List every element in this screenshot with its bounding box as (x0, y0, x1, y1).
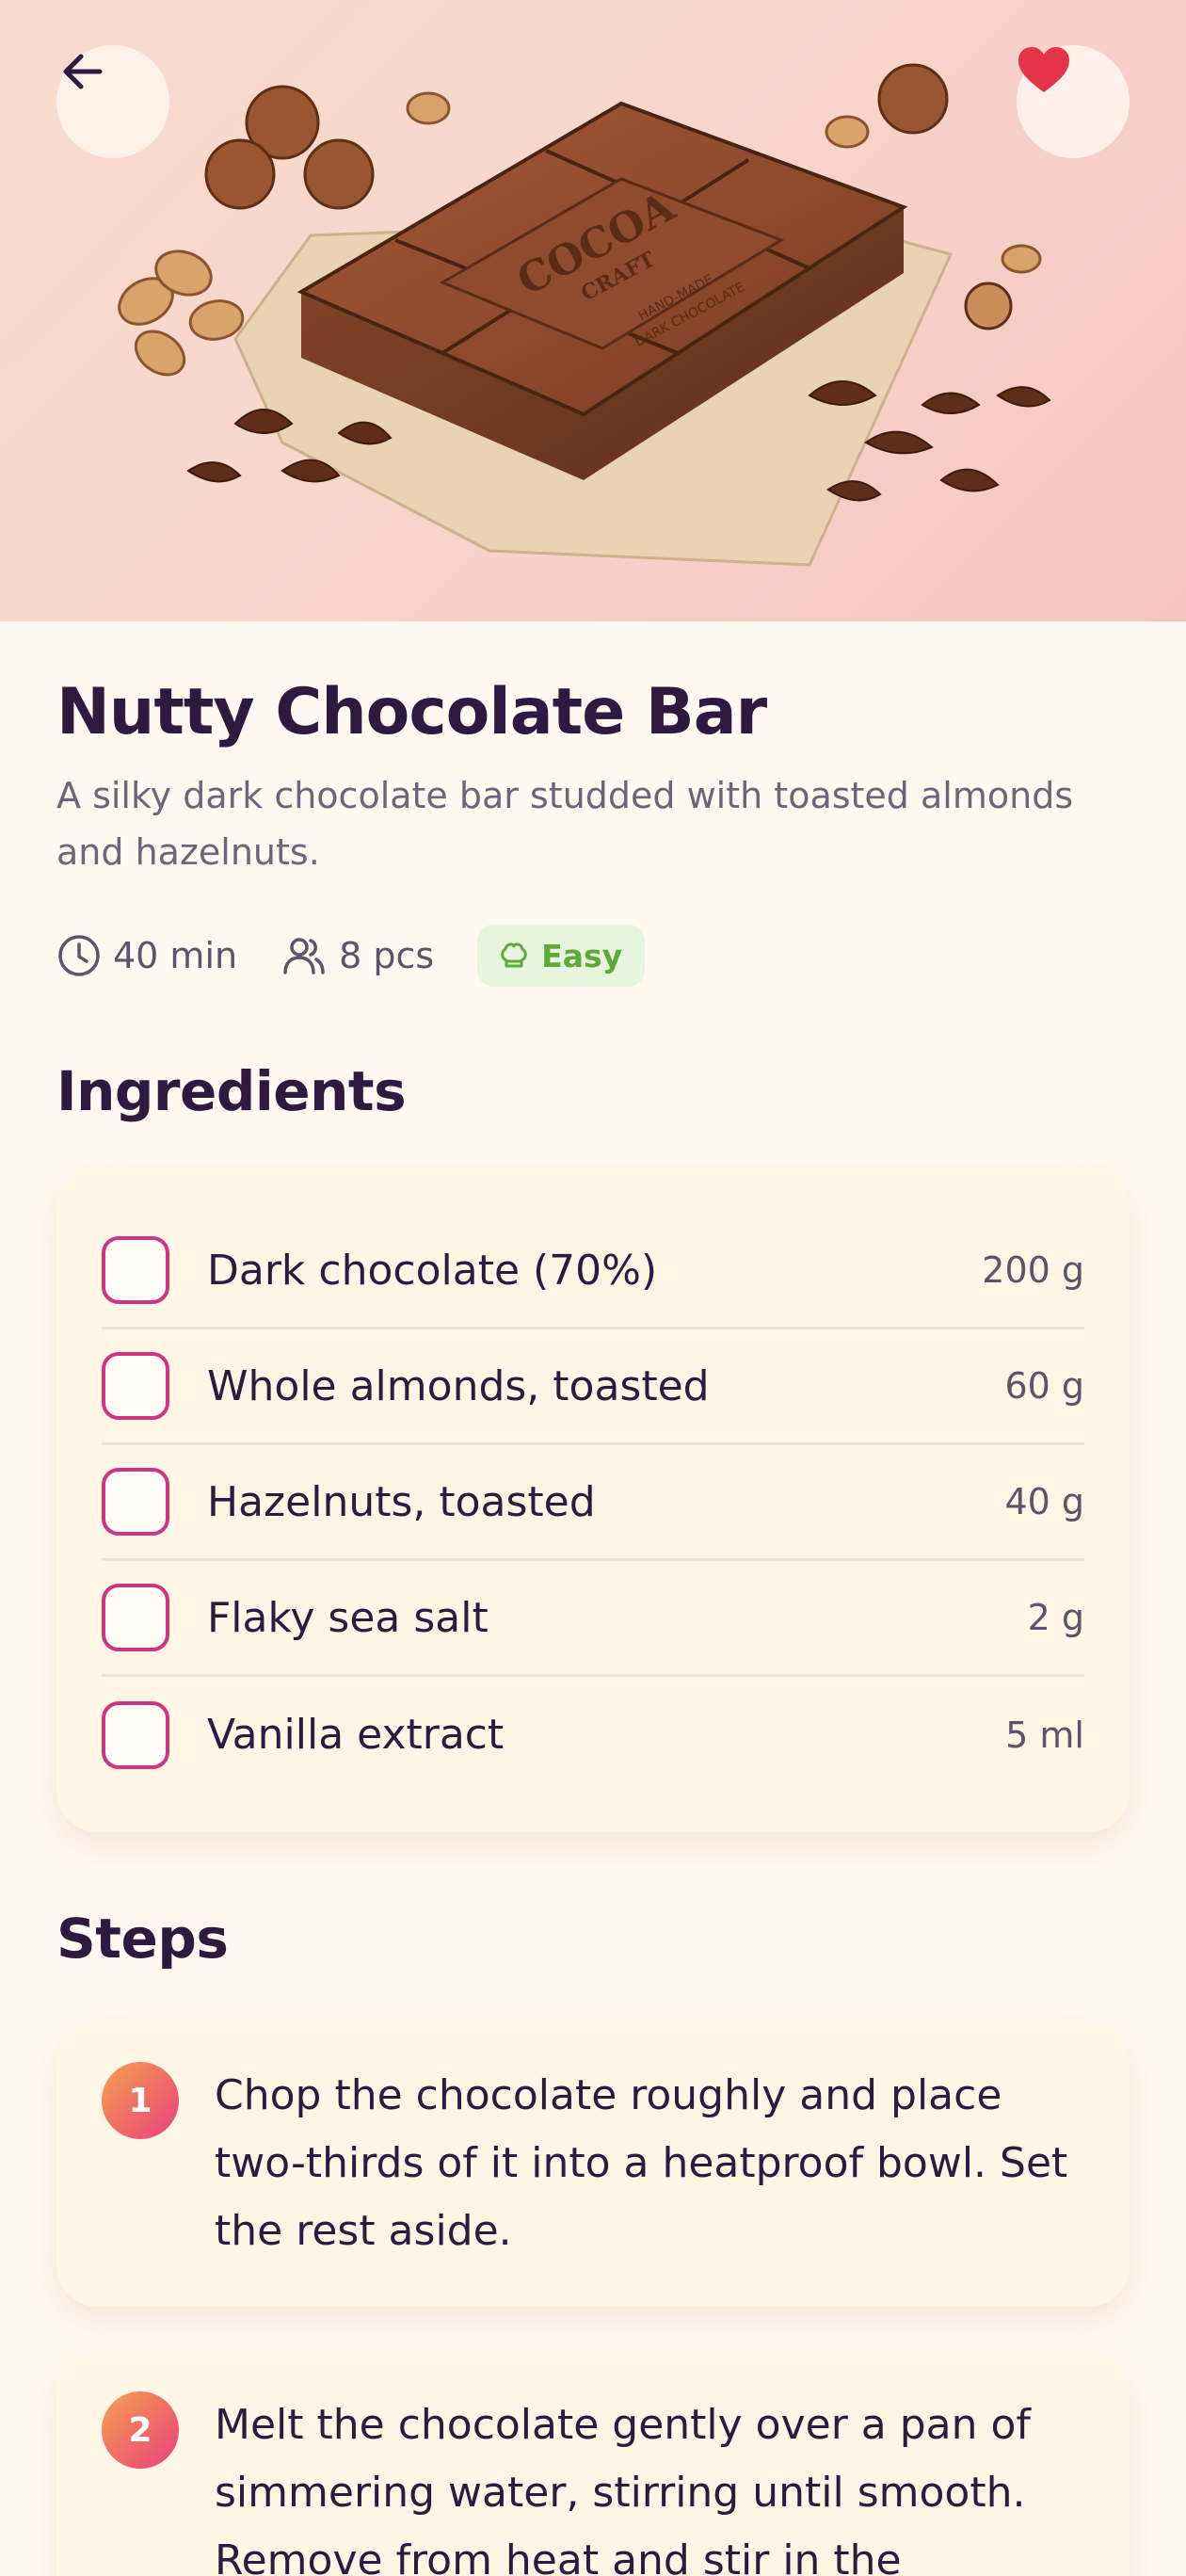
yield-info: 8 pcs (280, 933, 434, 978)
people-icon (283, 938, 325, 974)
ingredient-row: Dark chocolate (70%) 200 g (102, 1214, 1084, 1329)
recipe-title: Nutty Chocolate Bar (56, 675, 767, 749)
ingredient-amount: 5 ml (1005, 1714, 1084, 1756)
ingredient-name: Hazelnuts, toasted (207, 1477, 596, 1526)
ingredient-row: Whole almonds, toasted 60 g (102, 1329, 1084, 1445)
favorite-button[interactable] (1017, 45, 1130, 158)
arrow-left-icon (63, 54, 103, 89)
steps-heading: Steps (56, 1907, 229, 1971)
ingredient-checkbox[interactable] (102, 1584, 169, 1651)
time-value: 40 min (113, 935, 238, 976)
ingredient-name: Vanilla extract (207, 1711, 505, 1759)
step-card: 2 Melt the chocolate gently over a pan o… (56, 2352, 1130, 2576)
step-text: Chop the chocolate roughly and place two… (215, 2071, 1068, 2255)
ingredients-heading: Ingredients (56, 1059, 407, 1123)
chef-hat-icon (501, 942, 527, 968)
step-text: Melt the chocolate gently over a pan of … (215, 2401, 1031, 2576)
step-card: 1 Chop the chocolate roughly and place t… (56, 2022, 1130, 2307)
ingredient-name: Whole almonds, toasted (207, 1361, 710, 1410)
ingredient-amount: 200 g (982, 1249, 1084, 1291)
ingredient-checkbox[interactable] (102, 1700, 169, 1769)
step-number: 1 (102, 2062, 179, 2139)
ingredient-amount: 40 g (1004, 1481, 1084, 1522)
back-button[interactable] (56, 45, 169, 158)
ingredient-amount: 2 g (1027, 1597, 1084, 1638)
heart-icon (1018, 47, 1069, 92)
ingredients-list: Dark chocolate (70%) 200 g Whole almonds… (56, 1167, 1130, 1832)
ingredient-name: Dark chocolate (70%) (207, 1246, 658, 1295)
ingredient-row: Flaky sea salt 2 g (102, 1561, 1084, 1677)
ingredient-name: Flaky sea salt (207, 1593, 489, 1642)
difficulty-value: Easy (541, 937, 623, 974)
step-number: 2 (102, 2391, 179, 2469)
ingredient-checkbox[interactable] (102, 1468, 169, 1536)
hero-image: COCOA CRAFT HAND-MADE DARK CHOCOLATE (0, 0, 1186, 621)
recipe-meta: 40 min 8 pcs Easy (56, 923, 646, 989)
ingredient-checkbox[interactable] (102, 1236, 169, 1304)
time-info: 40 min (56, 933, 237, 978)
chocolate-bar-illustration: COCOA CRAFT HAND-MADE DARK CHOCOLATE (118, 63, 1051, 567)
difficulty-badge: Easy (477, 925, 646, 987)
recipe-description: A silky dark chocolate bar studded with … (56, 775, 1074, 873)
ingredient-checkbox[interactable] (102, 1352, 169, 1420)
ingredient-row: Vanilla extract 5 ml (102, 1677, 1084, 1793)
ingredient-amount: 60 g (1004, 1365, 1084, 1407)
yield-value: 8 pcs (339, 935, 435, 976)
clock-icon (58, 935, 100, 976)
ingredient-row: Hazelnuts, toasted 40 g (102, 1445, 1084, 1561)
